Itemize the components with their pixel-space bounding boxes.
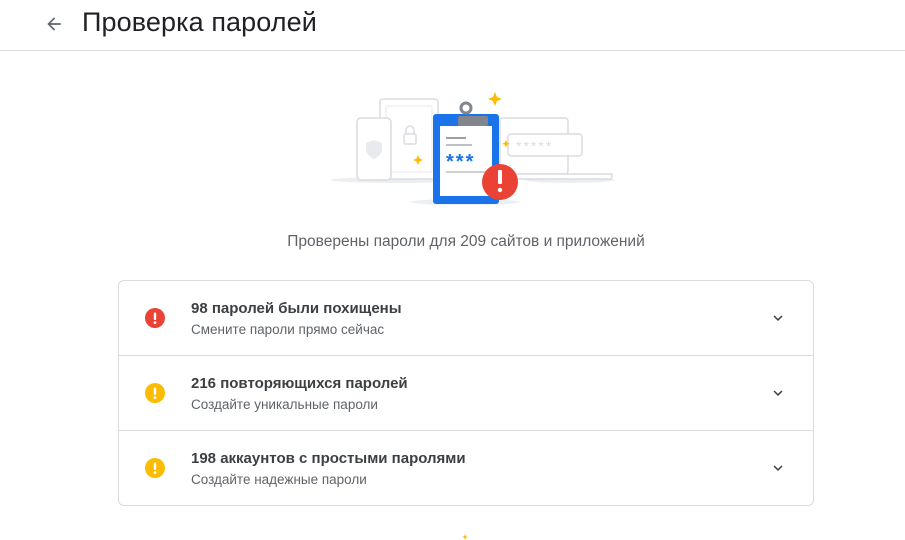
svg-text:*****: *****: [516, 138, 553, 154]
issue-subtitle: Создайте уникальные пароли: [191, 397, 378, 412]
password-issues-card: 98 паролей были похищены Смените пароли …: [118, 280, 814, 506]
error-icon: [145, 308, 165, 328]
phone-icon: [356, 117, 392, 181]
top-bar: Проверка паролей: [0, 0, 905, 51]
warning-icon: [145, 383, 165, 403]
issue-title: 198 аккаунтов с простыми паролями: [191, 450, 466, 467]
alert-badge-icon: [482, 164, 518, 200]
arrow-back-icon: [47, 17, 61, 31]
page-title: Проверка паролей: [82, 7, 317, 37]
chevron-down-icon[interactable]: [769, 384, 787, 402]
issue-subtitle: Смените пароли прямо сейчас: [191, 322, 385, 337]
issue-title: 98 паролей были похищены: [191, 300, 402, 317]
warning-icon: [145, 458, 165, 478]
password-check-illustration: ***** ***: [330, 92, 615, 205]
sparkle-icon: [462, 534, 468, 540]
back-button[interactable]: [38, 8, 70, 40]
issue-row-weak[interactable]: 198 аккаунтов с простыми паролями Создай…: [119, 431, 813, 505]
issue-title: 216 повторяющихся паролей: [191, 375, 408, 392]
chevron-down-icon[interactable]: [769, 309, 787, 327]
checked-passwords-summary: Проверены пароли для 209 сайтов и прилож…: [287, 233, 645, 250]
svg-text:***: ***: [446, 151, 475, 173]
chevron-down-icon[interactable]: [769, 459, 787, 477]
issue-row-reused[interactable]: 216 повторяющихся паролей Создайте уника…: [119, 356, 813, 431]
issue-subtitle: Создайте надежные пароли: [191, 472, 367, 487]
issue-row-compromised[interactable]: 98 паролей были похищены Смените пароли …: [119, 281, 813, 356]
